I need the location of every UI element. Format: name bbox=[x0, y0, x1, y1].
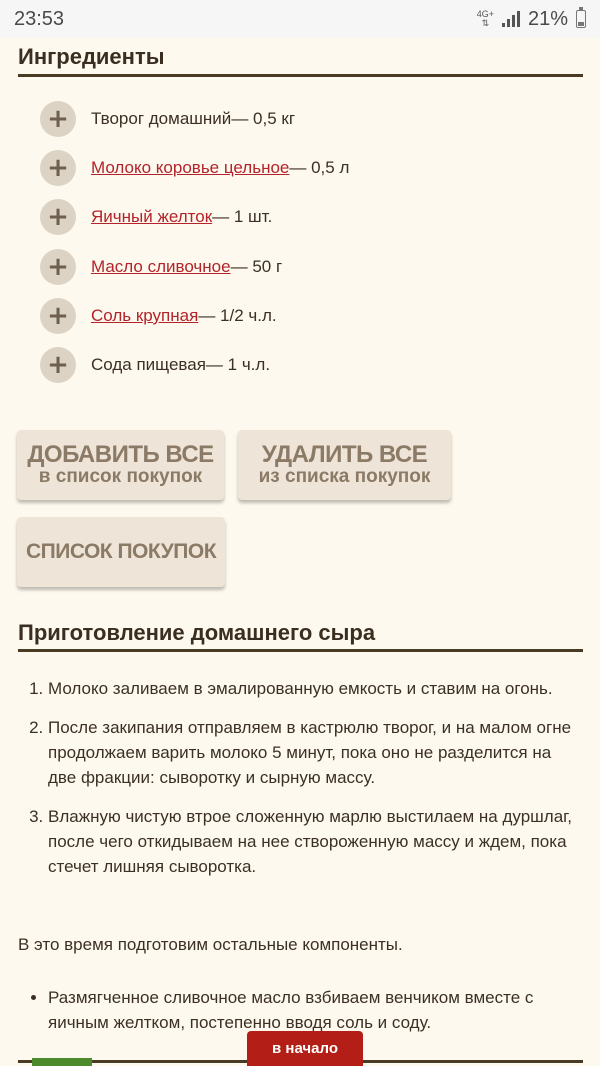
ingredients-list: + Творог домашний — 0,5 кг + Молоко коро… bbox=[40, 94, 580, 390]
battery-percent: 21% bbox=[527, 7, 568, 30]
ingredient-amount: — 0,5 кг bbox=[231, 108, 296, 128]
step-item: Молоко заливаем в эмалированную емкость … bbox=[48, 676, 578, 701]
preparation-heading: Приготовление домашнего сыра bbox=[18, 620, 583, 652]
ingredient-link[interactable]: Яичный желток bbox=[91, 207, 212, 227]
delete-all-sublabel: из списка покупок bbox=[258, 466, 431, 487]
delete-all-from-list-button[interactable]: УДАЛИТЬ ВСЕ из списка покупок bbox=[238, 430, 451, 500]
ingredient-item: + Масло сливочное — 50 г bbox=[40, 242, 580, 291]
bullet-item: Размягченное сливочное масло взбиваем ве… bbox=[48, 985, 588, 1035]
ingredient-amount: — 1 шт. bbox=[212, 207, 273, 227]
plus-icon[interactable]: + bbox=[40, 297, 76, 334]
add-all-label: ДОБАВИТЬ ВСЕ bbox=[27, 441, 214, 468]
ingredient-amount: — 50 г bbox=[230, 256, 283, 276]
status-icons: 4G+ ⇅ 21% bbox=[477, 7, 586, 31]
ingredient-name: Творог домашний bbox=[91, 108, 232, 128]
ingredient-item: + Молоко коровье цельное — 0,5 л bbox=[40, 143, 580, 192]
plus-icon[interactable]: + bbox=[40, 199, 76, 236]
ingredient-name: Сода пищевая bbox=[91, 355, 206, 375]
ingredient-item: + Яичный желток — 1 шт. bbox=[40, 193, 580, 242]
ingredient-item: + Сода пищевая — 1 ч.л. bbox=[40, 340, 580, 389]
ingredient-link[interactable]: Молоко коровье цельное bbox=[91, 158, 289, 178]
ingredient-item: + Соль крупная — 1/2 ч.л. bbox=[40, 291, 580, 340]
delete-all-label: УДАЛИТЬ ВСЕ bbox=[261, 441, 428, 468]
plus-icon[interactable]: + bbox=[40, 149, 76, 186]
plus-icon[interactable]: + bbox=[40, 347, 76, 384]
ingredients-heading: Ингредиенты bbox=[18, 44, 583, 77]
add-all-to-list-button[interactable]: ДОБАВИТЬ ВСЕ в список покупок bbox=[17, 430, 224, 500]
plus-icon[interactable]: + bbox=[40, 248, 76, 285]
shopping-list-button[interactable]: СПИСОК ПОКУПОК bbox=[17, 517, 225, 587]
ingredient-item: + Творог домашний — 0,5 кг bbox=[40, 94, 580, 143]
shopping-list-label: СПИСОК ПОКУПОК bbox=[25, 540, 217, 563]
ingredient-link[interactable]: Соль крупная bbox=[91, 306, 198, 326]
preparation-steps: Молоко заливаем в эмалированную емкость … bbox=[18, 676, 578, 893]
signal-icon bbox=[501, 11, 520, 27]
ingredient-link[interactable]: Масло сливочное bbox=[91, 257, 231, 277]
network-indicator: 4G+ ⇅ bbox=[477, 10, 494, 28]
status-bar: 23:53 4G+ ⇅ 21% bbox=[0, 0, 600, 38]
ingredient-amount: — 1 ч.л. bbox=[205, 355, 271, 375]
tab-indicator bbox=[32, 1058, 92, 1066]
battery-icon bbox=[576, 7, 586, 28]
back-to-top-button[interactable]: в начало bbox=[247, 1031, 363, 1066]
preparation-bullets: Размягченное сливочное масло взбиваем ве… bbox=[18, 985, 588, 1035]
plus-icon[interactable]: + bbox=[40, 100, 76, 137]
ingredient-amount: — 0,5 л bbox=[289, 157, 350, 177]
add-all-sublabel: в список покупок bbox=[38, 466, 203, 487]
step-item: Влажную чистую втрое сложенную марлю выс… bbox=[48, 804, 578, 879]
ingredient-amount: — 1/2 ч.л. bbox=[198, 305, 277, 325]
step-item: После закипания отправляем в кастрюлю тв… bbox=[48, 715, 578, 790]
data-arrows-icon: ⇅ bbox=[481, 18, 490, 28]
preparation-paragraph: В это время подготовим остальные компоне… bbox=[18, 935, 403, 954]
clock: 23:53 bbox=[14, 7, 65, 30]
